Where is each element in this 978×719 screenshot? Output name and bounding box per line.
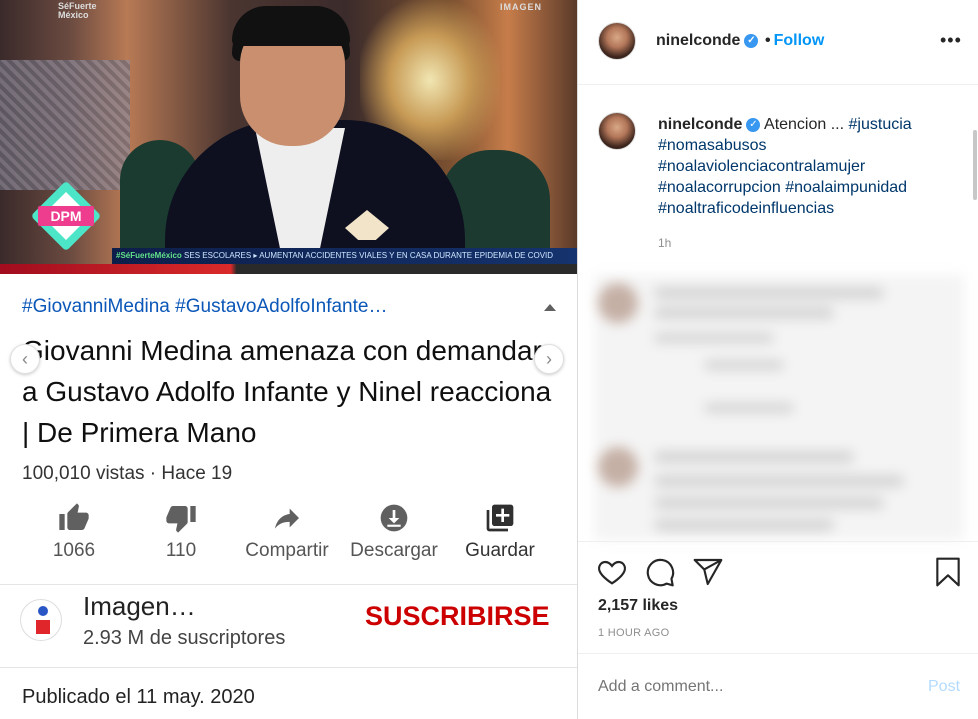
- username-text: ninelconde: [656, 32, 741, 49]
- video-hashtags[interactable]: #GiovanniMedina #GustavoAdolfoInfante…: [22, 296, 462, 318]
- video-logo-right: IMAGEN: [500, 2, 542, 12]
- hashtag-link[interactable]: #noalaviolenciacontralamujer: [658, 158, 865, 175]
- hashtag-link[interactable]: #noalacorrupcion: [658, 179, 781, 196]
- share-icon: [232, 500, 342, 536]
- dislike-count: 110: [165, 540, 197, 561]
- share-direct-icon[interactable]: [692, 556, 724, 588]
- comment-input[interactable]: [598, 678, 898, 696]
- follow-button[interactable]: • Follow: [765, 32, 824, 50]
- hashtag-link[interactable]: #noalaimpunidad: [785, 179, 907, 196]
- heart-icon[interactable]: [596, 556, 628, 588]
- thumbs-up-icon: [19, 500, 129, 536]
- bookmark-icon[interactable]: [932, 556, 964, 588]
- video-bottom-strip: [0, 264, 577, 274]
- subscribe-button[interactable]: SUSCRIBIRSE: [365, 601, 550, 632]
- blurred-comments: [594, 275, 964, 540]
- instagram-pane: ninelconde ✓ • Follow ••• ninelconde ✓ Aten…: [577, 0, 978, 719]
- dpm-badge-label: DPM: [38, 206, 94, 226]
- subscriber-count: 2.93 M de suscriptores: [83, 627, 286, 649]
- hashtag-link[interactable]: #noaltraficodeinfluencias: [658, 200, 834, 217]
- video-metadata: #GiovanniMedina #GustavoAdolfoInfante… G…: [0, 274, 577, 584]
- scrollbar-thumb[interactable]: [973, 130, 977, 200]
- comment-icon[interactable]: [644, 556, 676, 588]
- channel-name[interactable]: Imagen…: [83, 591, 196, 622]
- ticker-text: SES ESCOLARES ▸ AUMENTAN ACCIDENTES VIAL…: [184, 251, 554, 260]
- chevron-left-icon[interactable]: ‹: [10, 344, 40, 374]
- collapse-icon[interactable]: [544, 304, 556, 311]
- likes-count[interactable]: 2,157 likes: [598, 597, 678, 615]
- post-button[interactable]: Post: [928, 678, 960, 696]
- post-header: ninelconde ✓ • Follow •••: [578, 0, 978, 85]
- video-title: Giovanni Medina amenaza con demandar a G…: [22, 335, 552, 448]
- news-ticker: #SéFuerteMéxico SES ESCOLARES ▸ AUMENTAN…: [112, 248, 577, 264]
- published-row: Publicado el 11 may. 2020: [0, 667, 577, 719]
- caption-verified-icon: ✓: [746, 117, 761, 132]
- chevron-right-icon[interactable]: ›: [534, 344, 564, 374]
- post-actions: 2,157 likes 1 HOUR AGO: [578, 541, 978, 653]
- profile-avatar[interactable]: [598, 22, 636, 60]
- video-logo-left: SéFuerte México: [58, 1, 97, 20]
- caption-username[interactable]: ninelconde: [658, 116, 742, 133]
- dislike-button[interactable]: 110: [126, 500, 236, 562]
- video-shelf: [0, 60, 130, 190]
- share-button[interactable]: Compartir: [232, 500, 342, 562]
- video-person-hair-top: [232, 6, 350, 46]
- save-button[interactable]: Guardar: [445, 500, 555, 562]
- download-icon: [339, 500, 449, 536]
- channel-avatar[interactable]: [20, 599, 62, 641]
- view-count: 100,010 vistas · Hace 19: [22, 463, 233, 484]
- ticker-tag: #SéFuerteMéxico: [116, 251, 182, 260]
- comment-bar: Post: [578, 653, 978, 719]
- youtube-pane: SéFuerte México IMAGEN DPM #SéFuerteMéxi…: [0, 0, 577, 719]
- more-options-icon[interactable]: •••: [940, 30, 962, 51]
- like-button[interactable]: 1066: [19, 500, 129, 562]
- share-label: Compartir: [245, 540, 329, 561]
- video-player[interactable]: SéFuerte México IMAGEN DPM #SéFuerteMéxi…: [0, 0, 577, 274]
- hashtag-link[interactable]: #justucia: [849, 116, 912, 133]
- caption-timestamp: 1h: [658, 236, 672, 250]
- save-label: Guardar: [465, 540, 535, 561]
- dpm-badge: DPM: [30, 180, 102, 252]
- like-count: 1066: [52, 540, 96, 561]
- caption-text: Atencion ...: [764, 116, 845, 133]
- hashtag-link[interactable]: #nomasabusos: [658, 137, 767, 154]
- playlist-add-icon: [445, 500, 555, 536]
- follow-label: Follow: [773, 32, 825, 49]
- caption-avatar[interactable]: [598, 112, 636, 150]
- verified-icon: ✓: [744, 33, 759, 48]
- download-button[interactable]: Descargar: [339, 500, 449, 562]
- thumbs-down-icon: [126, 500, 236, 536]
- username-header[interactable]: ninelconde ✓: [656, 32, 759, 50]
- published-date: Publicado el 11 may. 2020: [22, 686, 255, 708]
- download-label: Descargar: [350, 540, 438, 561]
- post-time-ago: 1 HOUR AGO: [598, 627, 670, 639]
- video-actions: 1066 110 Compartir Descargar Guardar: [22, 500, 562, 570]
- separator-dot: •: [765, 32, 771, 49]
- post-caption: ninelconde ✓ Atencion ... #justucia #noma…: [658, 114, 953, 219]
- channel-row: Imagen… 2.93 M de suscriptores SUSCRIBIR…: [0, 584, 577, 667]
